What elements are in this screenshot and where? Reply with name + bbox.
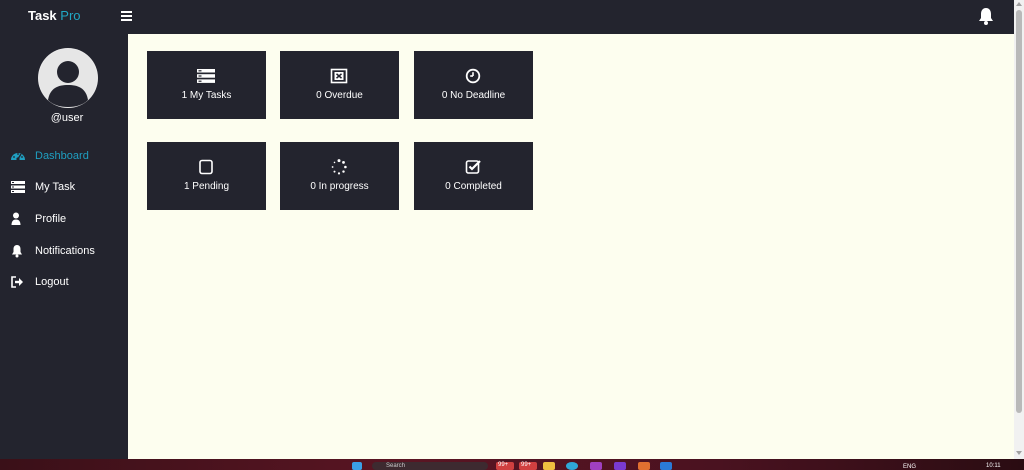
card-label: 0 Completed	[445, 181, 502, 192]
username: @user	[50, 112, 84, 124]
sidebar-item-label: Profile	[35, 213, 67, 225]
windows-start-icon[interactable]	[352, 462, 362, 470]
card-label: 0 No Deadline	[441, 90, 506, 101]
taskbar-search-placeholder: Search	[386, 463, 406, 469]
badge-count: 99+	[521, 462, 532, 468]
scroll-up-arrow-icon[interactable]	[1016, 2, 1022, 6]
spinner-icon	[330, 159, 348, 175]
app-icon[interactable]	[590, 462, 602, 470]
sidebar-item-label: Dashboard	[35, 150, 89, 162]
user-avatar-icon	[38, 48, 98, 108]
sidebar-item-label: My Task	[35, 181, 76, 193]
sidebar-item-label: Notifications	[35, 245, 95, 257]
sidebar-item-logout[interactable]: Logout	[0, 270, 128, 294]
card-label: 0 In progress	[310, 181, 369, 192]
sidebar-item-dashboard[interactable]: Dashboard	[0, 144, 128, 168]
bell-icon	[10, 244, 26, 258]
brand-main: Task	[28, 8, 57, 23]
vscode-icon[interactable]	[660, 462, 672, 470]
square-icon	[197, 159, 215, 175]
badge-count: 99+	[498, 462, 509, 468]
check-square-icon	[464, 159, 482, 175]
taskbar-app-badge-2[interactable]: 99+	[519, 462, 537, 470]
card-pending[interactable]: 1 Pending	[147, 142, 266, 210]
folder-icon[interactable]	[543, 462, 555, 470]
logout-icon	[10, 275, 26, 289]
brand-accent: Pro	[60, 8, 81, 23]
bell-icon[interactable]	[976, 6, 996, 26]
overdue-icon	[330, 68, 348, 84]
sidebar-item-my-task[interactable]: My Task	[0, 175, 128, 199]
card-no-deadline[interactable]: 0 No Deadline	[414, 51, 533, 119]
top-navbar: Task Pro	[0, 0, 1014, 34]
user-icon	[10, 212, 26, 226]
sidebar-item-notifications[interactable]: Notifications	[0, 239, 128, 263]
os-taskbar: Search 99+ 99+ ENG 10:11	[0, 459, 1024, 470]
taskbar-search-box[interactable]: Search	[372, 462, 488, 470]
clock-icon	[464, 68, 482, 84]
sidebar: @user Dashboard My Task Profile Notifica…	[0, 34, 128, 459]
browser-icon[interactable]	[566, 462, 578, 470]
card-label: 1 Pending	[183, 181, 230, 192]
scroll-down-arrow-icon[interactable]	[1016, 451, 1022, 455]
card-overdue[interactable]: 0 Overdue	[280, 51, 399, 119]
task-list-icon	[10, 180, 26, 194]
taskbar-clock[interactable]: 10:11	[986, 463, 1001, 469]
card-completed[interactable]: 0 Completed	[414, 142, 533, 210]
card-label: 0 Overdue	[316, 90, 363, 101]
card-my-tasks[interactable]: 1 My Tasks	[147, 51, 266, 119]
card-label: 1 My Tasks	[181, 90, 232, 101]
sidebar-item-profile[interactable]: Profile	[0, 207, 128, 231]
app-icon[interactable]	[614, 462, 626, 470]
app-icon[interactable]	[638, 462, 650, 470]
scrollbar-thumb[interactable]	[1016, 10, 1022, 413]
taskbar-language[interactable]: ENG	[903, 464, 916, 470]
card-in-progress[interactable]: 0 In progress	[280, 142, 399, 210]
dashboard-icon	[10, 149, 26, 163]
task-list-icon	[197, 68, 215, 84]
app-brand[interactable]: Task Pro	[28, 8, 81, 23]
taskbar-app-badge-1[interactable]: 99+	[496, 462, 514, 470]
hamburger-menu-icon[interactable]	[120, 9, 134, 23]
sidebar-item-label: Logout	[35, 276, 69, 288]
